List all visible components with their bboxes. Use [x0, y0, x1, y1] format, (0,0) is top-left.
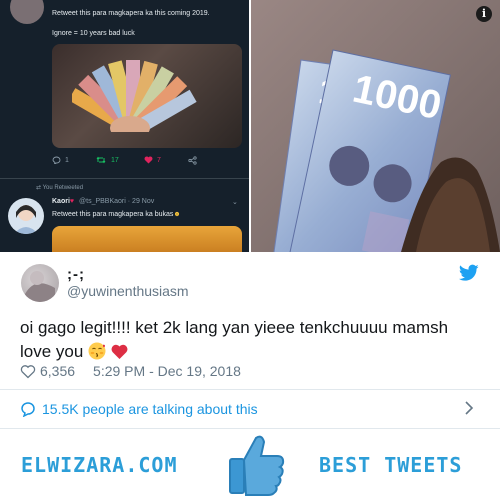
footer-banner: ELWIZARA.COM BEST TWEETS — [0, 432, 500, 502]
banknote-photo: 1000 1000 — [251, 0, 500, 252]
retweet-icon: ⇄ — [36, 185, 43, 191]
thumbs-up-icon — [229, 435, 285, 496]
embedded-divider — [0, 178, 249, 179]
tweet-media[interactable]: Retweet this para magkapera ka this comi… — [0, 0, 500, 252]
embedded-author-line: Kaori♥ @ts_PBBKaori · 29 Nov — [52, 198, 154, 205]
tweet-screenshot: Retweet this para magkapera ka this comi… — [0, 0, 500, 502]
embedded-retweet-count: 17 — [111, 156, 119, 164]
chevron-down-icon: ⌄ — [232, 199, 238, 206]
embedded-photo-2 — [52, 226, 242, 252]
like-count[interactable]: 6,356 — [40, 363, 75, 379]
embedded-like: 7 — [144, 156, 161, 164]
heart-icon — [144, 156, 153, 164]
twitter-bird-icon[interactable] — [459, 264, 479, 282]
red-heart-emoji-icon — [111, 344, 128, 359]
tweet-text: oi gago legit!!!! ket 2k lang yan yieee … — [20, 316, 480, 364]
embedded-date: 29 Nov — [132, 198, 155, 205]
tweet-timestamp[interactable]: 5:29 PM - Dec 19, 2018 — [93, 363, 241, 379]
tweet-header: ;-; @yuwinenthusiasm — [0, 252, 500, 308]
display-name[interactable]: ;-; — [67, 266, 85, 283]
speech-bubble-icon — [21, 402, 35, 417]
embedded-retweeted-label: ⇄ You Retweeted — [36, 185, 84, 191]
brand-name[interactable]: ELWIZARA.COM — [21, 453, 178, 477]
retweet-icon — [96, 156, 106, 164]
tagline: BEST TWEETS — [319, 453, 463, 477]
divider — [0, 389, 500, 390]
embedded-money-photo — [52, 44, 242, 148]
embedded-tweet-2-text: Retweet this para magkapera ka bukas☻ — [52, 211, 181, 218]
banknote-fan-image — [72, 60, 197, 132]
like-heart-icon[interactable] — [20, 364, 36, 379]
media-photo-left[interactable]: Retweet this para magkapera ka this comi… — [0, 0, 249, 252]
embedded-avatar — [10, 0, 44, 24]
embedded-tweet-line-2: Ignore = 10 years bad luck — [52, 30, 135, 37]
tweet-meta: 6,356 5:29 PM - Dec 19, 2018 — [20, 362, 241, 380]
embedded-tweet-actions: 1 17 7 — [52, 156, 212, 170]
conversation-count: 15.5K people are talking about this — [42, 401, 258, 417]
tweet-text-content: oi gago legit!!!! ket 2k lang yan yieee … — [20, 318, 449, 361]
chevron-right-icon[interactable] — [464, 400, 474, 416]
embedded-author-handle: @ts_PBBKaori — [79, 198, 126, 205]
embedded-author-name: Kaori — [52, 198, 70, 205]
reply-icon — [52, 156, 61, 164]
media-photo-right[interactable]: 1000 1000 i — [251, 0, 500, 252]
embedded-tweet-line-1: Retweet this para magkapera ka this comi… — [52, 10, 210, 17]
embedded-avatar-2 — [8, 198, 44, 234]
divider — [0, 428, 500, 429]
avatar[interactable] — [21, 264, 59, 302]
info-icon[interactable]: i — [476, 6, 492, 22]
conversation-link[interactable]: 15.5K people are talking about this — [20, 398, 258, 420]
share-icon — [188, 156, 197, 165]
embedded-reply-count: 1 — [65, 156, 69, 164]
embedded-retweet: 17 — [96, 156, 119, 164]
red-heart-emoji: ♥ — [69, 198, 75, 205]
embedded-like-count: 7 — [157, 156, 161, 164]
kissing-face-emoji-icon — [88, 342, 106, 360]
embedded-share — [188, 156, 197, 165]
emoji-icon: ☻ — [173, 211, 181, 218]
embedded-reply: 1 — [52, 156, 69, 164]
user-handle[interactable]: @yuwinenthusiasm — [67, 283, 189, 299]
